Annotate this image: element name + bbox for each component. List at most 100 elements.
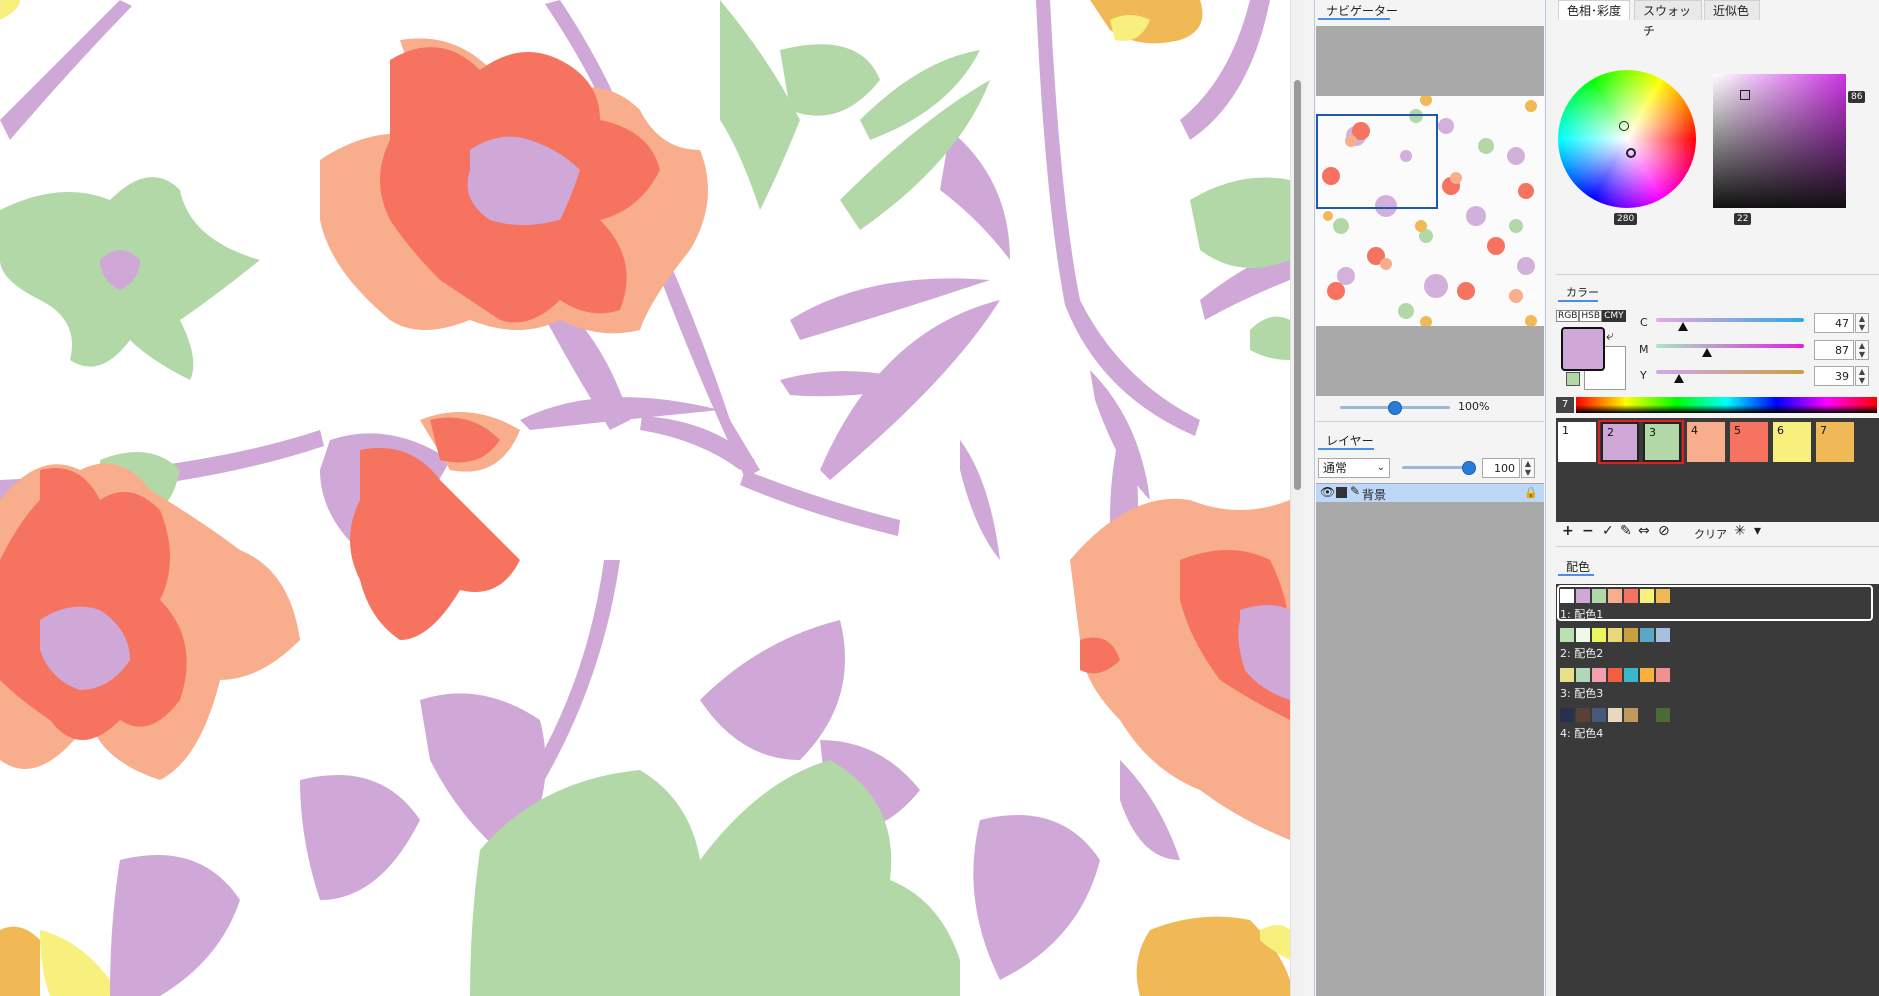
chevron-down-icon: ⌄: [1376, 462, 1385, 473]
check-button[interactable]: ✓: [1602, 523, 1614, 539]
scheme-swatch: [1656, 628, 1670, 642]
panel-divider[interactable]: [1304, 0, 1315, 996]
tab-hue-saturation[interactable]: 色相･彩度: [1558, 0, 1630, 20]
y-value-input[interactable]: 39: [1814, 366, 1854, 386]
hue-wheel-shade: [1558, 70, 1696, 208]
scheme-swatch: [1560, 589, 1574, 603]
tab-similar-colors[interactable]: 近似色: [1704, 0, 1760, 20]
mode-rgb[interactable]: RGB: [1556, 310, 1580, 322]
m-slider-marker[interactable]: [1702, 348, 1712, 357]
drawing-canvas[interactable]: [0, 0, 1290, 996]
c-value-input[interactable]: 47: [1814, 313, 1854, 333]
scheme-swatch: [1592, 668, 1606, 682]
mode-cmy[interactable]: CMY: [1602, 310, 1626, 322]
add-swatch-button[interactable]: +: [1562, 523, 1574, 539]
scheme-swatch: [1640, 708, 1654, 722]
m-spinner[interactable]: ▲ ▼: [1855, 340, 1869, 360]
canvas-vertical-scrollbar[interactable]: [1290, 0, 1305, 996]
scheme-swatch: [1576, 628, 1590, 642]
hue-value-tag: 280: [1614, 213, 1638, 225]
c-slider-marker[interactable]: [1678, 322, 1688, 331]
m-value-input[interactable]: 87: [1814, 340, 1854, 360]
scheme-swatch: [1624, 628, 1638, 642]
swap-icon[interactable]: ⇔: [1638, 523, 1650, 539]
scheme-section-title: 配色: [1566, 560, 1591, 574]
color-spectrum-shade: [1576, 405, 1877, 413]
swatch-number: 3: [1649, 426, 1656, 439]
scheme-swatch: [1560, 708, 1574, 722]
y-spinner[interactable]: ▲ ▼: [1855, 366, 1869, 386]
pencil-icon[interactable]: ✎: [1350, 484, 1360, 498]
cancel-icon[interactable]: ⊘: [1658, 523, 1670, 539]
scheme-label: 2: 配色2: [1560, 647, 1604, 660]
scheme-colors: [1560, 628, 1670, 642]
scheme-colors: [1560, 708, 1670, 722]
mode-hsb[interactable]: HSB: [1579, 310, 1603, 322]
foreground-color-box[interactable]: [1561, 327, 1605, 371]
sb-marker[interactable]: [1740, 90, 1750, 100]
star-icon[interactable]: ✳: [1734, 523, 1746, 539]
swatch-number: 5: [1734, 424, 1741, 437]
scheme-swatch: [1576, 668, 1590, 682]
opacity-input[interactable]: 100: [1482, 458, 1520, 478]
y-slider-marker[interactable]: [1674, 374, 1684, 383]
scheme-swatch: [1656, 708, 1670, 722]
scheme-swatch: [1624, 668, 1638, 682]
scrollbar-thumb[interactable]: [1294, 80, 1301, 490]
swap-colors-icon[interactable]: ⤶: [1606, 328, 1614, 344]
panel-divider-right[interactable]: [1545, 0, 1556, 996]
swatch-4[interactable]: 4: [1687, 422, 1725, 462]
scheme-swatch: [1608, 668, 1622, 682]
blend-mode-select[interactable]: 通常 ⌄: [1318, 458, 1390, 478]
swatch-2[interactable]: 2: [1601, 422, 1639, 462]
swatch-3[interactable]: 3: [1643, 422, 1681, 462]
swatch-5[interactable]: 5: [1730, 422, 1768, 462]
hue-marker[interactable]: [1619, 121, 1629, 131]
tab-underline: [1318, 448, 1374, 450]
layer-list[interactable]: [1316, 483, 1544, 996]
scheme-item-4[interactable]: 4: 配色4: [1560, 708, 1860, 742]
scheme-item-2[interactable]: 2: 配色2: [1560, 628, 1860, 662]
swatch-6[interactable]: 6: [1773, 422, 1811, 462]
scheme-item-3[interactable]: 3: 配色3: [1560, 668, 1860, 702]
swatch-number: 4: [1691, 424, 1698, 437]
saturation-marker[interactable]: [1626, 148, 1636, 158]
palette-toolbar: + − ✓ ✎ ⇔ ⊘ クリア ✳ ▾: [1556, 522, 1879, 544]
scheme-item-1[interactable]: 1: 配色1: [1560, 589, 1860, 623]
pencil-icon[interactable]: ✎: [1620, 523, 1632, 539]
zoom-slider-knob[interactable]: [1388, 401, 1402, 415]
scheme-swatch: [1640, 628, 1654, 642]
separator: [1556, 546, 1879, 547]
remove-swatch-button[interactable]: −: [1582, 523, 1594, 539]
clear-button[interactable]: クリア: [1694, 526, 1727, 542]
opacity-slider-knob[interactable]: [1462, 461, 1476, 475]
scheme-swatch: [1592, 628, 1606, 642]
opacity-spinner[interactable]: ▲ ▼: [1521, 458, 1535, 478]
slider-label-m: M: [1639, 343, 1649, 356]
m-slider-track[interactable]: [1656, 344, 1804, 348]
swatch-number: 2: [1607, 426, 1614, 439]
layer-thumb-icon: [1336, 487, 1347, 498]
c-spinner[interactable]: ▲ ▼: [1855, 313, 1869, 333]
scheme-swatch: [1560, 668, 1574, 682]
layer-row[interactable]: 👁 ✎ 背景 🔒: [1316, 484, 1544, 502]
palette-index: 7: [1556, 397, 1574, 413]
tab-layers[interactable]: レイヤー: [1326, 432, 1374, 449]
navigator-viewport-rect[interactable]: [1316, 114, 1438, 209]
tab-underline: [1558, 300, 1598, 302]
tab-swatch[interactable]: スウォッチ: [1634, 0, 1702, 38]
tab-underline: [1558, 574, 1594, 576]
scheme-swatch: [1608, 589, 1622, 603]
swatch-7[interactable]: 7: [1816, 422, 1854, 462]
menu-chevron-icon[interactable]: ▾: [1754, 523, 1761, 539]
saturation-brightness-square[interactable]: [1713, 74, 1846, 208]
scheme-colors: [1560, 589, 1670, 603]
scheme-swatch: [1608, 628, 1622, 642]
swatch-number: 7: [1820, 424, 1827, 437]
eye-icon[interactable]: 👁: [1320, 485, 1335, 499]
scheme-swatch: [1624, 708, 1638, 722]
swatch-1[interactable]: 1: [1558, 422, 1596, 462]
lock-icon[interactable]: 🔒: [1524, 486, 1538, 499]
small-color-box[interactable]: [1566, 372, 1580, 386]
tab-navigator[interactable]: ナビゲーター: [1326, 2, 1398, 19]
